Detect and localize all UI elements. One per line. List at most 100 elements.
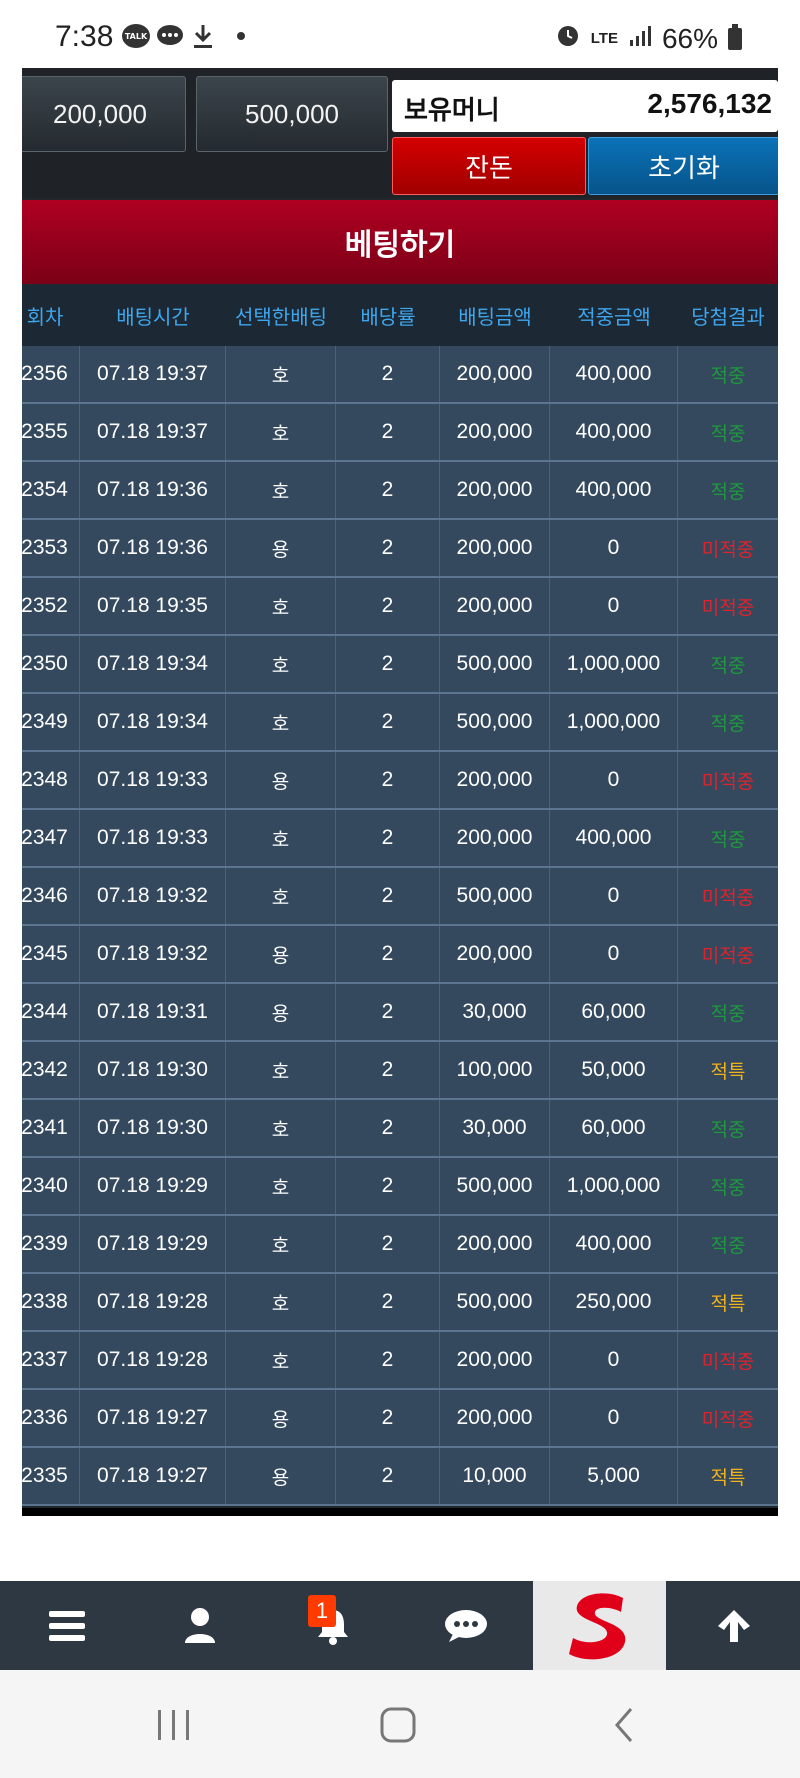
cell-pick: 호 (226, 462, 336, 518)
cell-result: 적중 (710, 828, 746, 851)
cell-time: 07.18 19:28 (80, 1332, 226, 1388)
cell-pick: 용 (226, 520, 336, 576)
table-row: 2336 07.18 19:27 용 2 200,000 0 미적중 (22, 1390, 778, 1448)
network-type: LTE (590, 29, 618, 47)
bet-submit-button[interactable]: 베팅하기 (22, 200, 778, 284)
cell-bet-amount: 30,000 (440, 984, 550, 1040)
menu-icon (48, 1610, 85, 1641)
scroll-top-button[interactable] (667, 1581, 800, 1670)
cell-win-amount: 0 (550, 578, 678, 634)
cell-win-amount: 250,000 (550, 1274, 678, 1330)
cell-odds: 2 (336, 1390, 440, 1446)
logo-s-icon (568, 1592, 625, 1659)
cell-win-amount: 1,000,000 (550, 636, 678, 692)
cell-round: 2350 (22, 636, 80, 692)
cell-pick: 호 (226, 636, 336, 692)
table-row: 2340 07.18 19:29 호 2 500,000 1,000,000 적중 (22, 1158, 778, 1216)
cell-pick: 호 (226, 1274, 336, 1330)
cell-round: 2339 (22, 1216, 80, 1272)
chip-button-200000[interactable]: 200,000 (22, 76, 186, 152)
cell-odds: 2 (336, 1100, 440, 1156)
arrow-up-icon (717, 1609, 750, 1642)
battery-percent: 66% (661, 22, 718, 54)
cell-odds: 2 (336, 1158, 440, 1214)
cell-bet-amount: 200,000 (440, 1216, 550, 1272)
signal-icon (628, 23, 652, 55)
cell-bet-amount: 10,000 (440, 1448, 550, 1504)
cell-bet-amount: 200,000 (440, 520, 550, 576)
betting-content: 200,000 500,000 보유머니 2,576,132 잔돈 초기화 베팅… (22, 68, 778, 1516)
table-row: 2348 07.18 19:33 용 2 200,000 0 미적중 (22, 752, 778, 810)
table-row: 2338 07.18 19:28 호 2 500,000 250,000 적특 (22, 1274, 778, 1332)
table-row: 2356 07.18 19:37 호 2 200,000 400,000 적중 (22, 346, 778, 404)
recent-apps-button[interactable] (144, 1700, 204, 1750)
cell-odds: 2 (336, 752, 440, 808)
cell-odds: 2 (336, 868, 440, 924)
cell-bet-amount: 200,000 (440, 404, 550, 460)
cell-round: 2349 (22, 694, 80, 750)
cell-bet-amount: 500,000 (440, 1274, 550, 1330)
cell-odds: 2 (336, 1332, 440, 1388)
cell-round: 2355 (22, 404, 80, 460)
cell-result: 적중 (710, 1118, 746, 1141)
chat-button[interactable] (399, 1581, 532, 1670)
battery-icon (728, 23, 742, 50)
cell-round: 2356 (22, 346, 80, 402)
cell-pick: 호 (226, 1042, 336, 1098)
cell-odds: 2 (336, 1216, 440, 1272)
cell-time: 07.18 19:35 (80, 578, 226, 634)
status-time: 7:38 (55, 20, 114, 53)
cell-bet-amount: 500,000 (440, 636, 550, 692)
cell-odds: 2 (336, 1042, 440, 1098)
cell-bet-amount: 500,000 (440, 694, 550, 750)
money-box: 보유머니 2,576,132 (392, 80, 778, 132)
chip-button-500000[interactable]: 500,000 (196, 76, 388, 152)
header-bet-amount: 배팅금액 (458, 304, 532, 329)
table-row: 2352 07.18 19:35 호 2 200,000 0 미적중 (22, 578, 778, 636)
cell-result: 미적중 (701, 1350, 755, 1373)
table-row: 2339 07.18 19:29 호 2 200,000 400,000 적중 (22, 1216, 778, 1274)
cell-win-amount: 1,000,000 (550, 1158, 678, 1214)
cell-result: 미적중 (701, 538, 755, 561)
cell-result: 적중 (710, 1002, 746, 1025)
cell-round: 2352 (22, 578, 80, 634)
user-button[interactable] (133, 1581, 266, 1670)
cell-bet-amount: 500,000 (440, 1158, 550, 1214)
menu-button[interactable] (0, 1581, 133, 1670)
table-row: 2353 07.18 19:36 용 2 200,000 0 미적중 (22, 520, 778, 578)
cell-result: 미적중 (701, 1408, 755, 1431)
cell-pick: 용 (226, 984, 336, 1040)
cell-time: 07.18 19:37 (80, 404, 226, 460)
cell-round: 2335 (22, 1448, 80, 1504)
cell-bet-amount: 200,000 (440, 578, 550, 634)
cell-bet-amount: 200,000 (440, 752, 550, 808)
notification-badge: 1 (308, 1595, 336, 1627)
recent-apps-icon (158, 1710, 189, 1740)
cell-pick: 호 (226, 694, 336, 750)
back-button[interactable] (594, 1700, 654, 1750)
change-button[interactable]: 잔돈 (392, 137, 586, 195)
cell-round: 2346 (22, 868, 80, 924)
table-row: 2341 07.18 19:30 호 2 30,000 60,000 적중 (22, 1100, 778, 1158)
cell-round: 2340 (22, 1158, 80, 1214)
cell-bet-amount: 500,000 (440, 868, 550, 924)
cell-odds: 2 (336, 462, 440, 518)
home-button[interactable] (368, 1700, 428, 1750)
cell-result: 적특 (710, 1060, 746, 1083)
cell-round: 2342 (22, 1042, 80, 1098)
cell-odds: 2 (336, 984, 440, 1040)
cell-result: 미적중 (701, 886, 755, 909)
cell-odds: 2 (336, 1274, 440, 1330)
header-time: 배팅시간 (116, 304, 190, 329)
cell-pick: 호 (226, 868, 336, 924)
cell-odds: 2 (336, 1448, 440, 1504)
site-logo[interactable] (533, 1581, 666, 1670)
money-label: 보유머니 (404, 96, 500, 126)
cell-bet-amount: 200,000 (440, 346, 550, 402)
cell-odds: 2 (336, 520, 440, 576)
cell-win-amount: 0 (550, 752, 678, 808)
reset-button[interactable]: 초기화 (588, 137, 778, 195)
table-row: 2345 07.18 19:32 용 2 200,000 0 미적중 (22, 926, 778, 984)
cell-result: 미적중 (701, 944, 755, 967)
cell-bet-amount: 200,000 (440, 810, 550, 866)
